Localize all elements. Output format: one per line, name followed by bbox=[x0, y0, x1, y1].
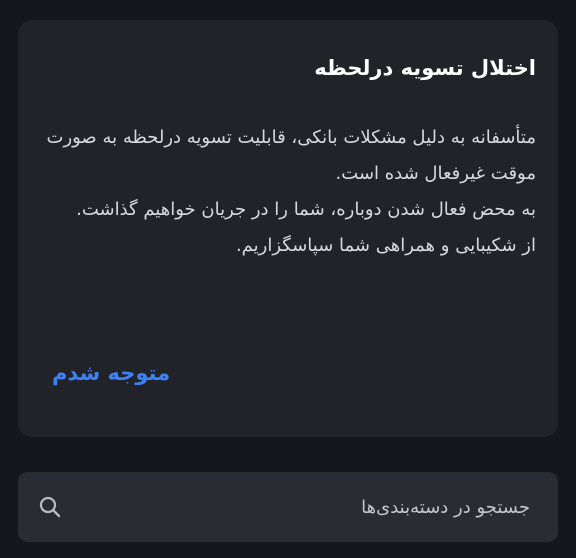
dialog-message-line: به محض فعال شدن دوباره، شما را در جریان … bbox=[76, 199, 536, 220]
search-input[interactable] bbox=[90, 472, 530, 542]
search-icon[interactable] bbox=[38, 495, 62, 519]
notice-dialog: اختلال تسویه درلحظه متأسفانه به دلیل مشک… bbox=[18, 20, 558, 437]
category-search-bar[interactable] bbox=[18, 472, 558, 542]
dialog-title: اختلال تسویه درلحظه bbox=[314, 56, 536, 80]
dialog-message-line: از شکیبایی و همراهی شما سپاسگزاریم. bbox=[235, 235, 536, 256]
dialog-message-line: متأسفانه به دلیل مشکلات بانکی، قابلیت تس… bbox=[46, 127, 537, 184]
acknowledge-button[interactable]: متوجه شدم bbox=[52, 354, 170, 392]
dialog-message: متأسفانه به دلیل مشکلات بانکی، قابلیت تس… bbox=[36, 120, 537, 264]
